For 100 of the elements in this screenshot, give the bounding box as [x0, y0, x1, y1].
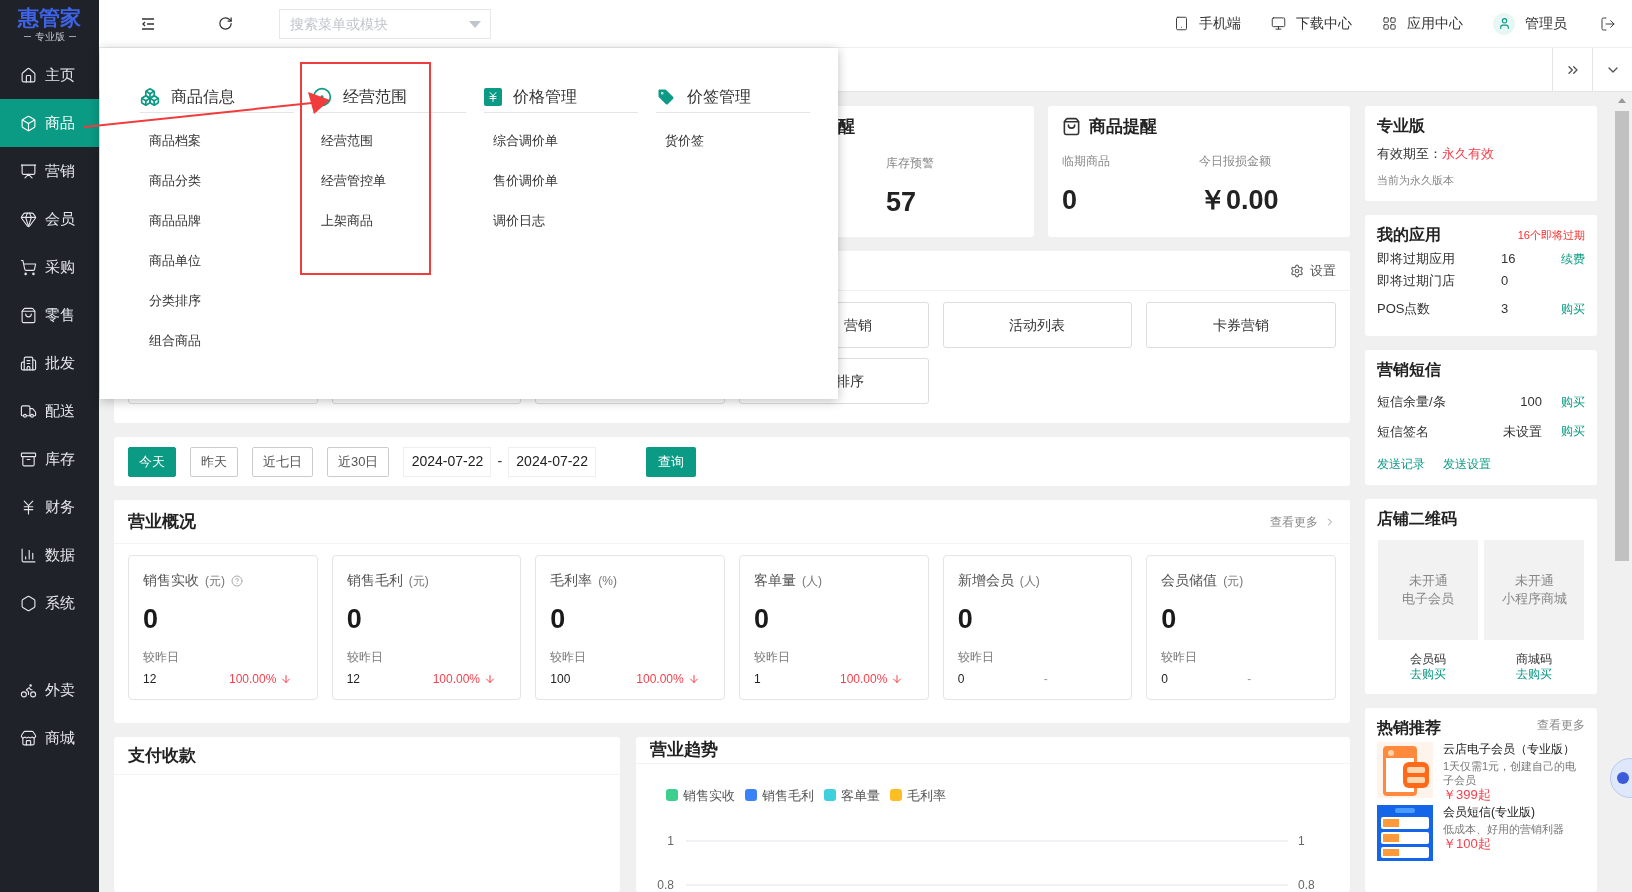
logout-icon[interactable]	[1600, 15, 1616, 32]
qr-status-text: 未开通 小程序商城	[1501, 572, 1567, 608]
header-link[interactable]: 下载中心	[1271, 13, 1352, 34]
stat-unit: (元)	[205, 572, 225, 590]
collapse-menu-icon[interactable]	[141, 17, 155, 30]
sidebar-item[interactable]: 系统	[0, 579, 99, 627]
row-action-link[interactable]: 购买	[1561, 392, 1585, 411]
stat-value: 0	[550, 603, 567, 636]
panel-title: 营业趋势	[650, 739, 718, 761]
buy-link[interactable]: 去购买	[1516, 667, 1552, 682]
qr-caption: 商城码	[1516, 652, 1552, 667]
view-more-link[interactable]: 查看更多	[1270, 512, 1318, 531]
stat-value: 0	[1161, 603, 1178, 636]
menu-item[interactable]: 商品分类	[149, 168, 312, 193]
sidebar-item[interactable]: 采购	[0, 243, 99, 291]
sms-link[interactable]: 发送记录	[1377, 455, 1425, 473]
row-value: 0	[1501, 271, 1510, 290]
settings-icon[interactable]	[1290, 263, 1304, 278]
sidebar-item[interactable]: 零售	[0, 291, 99, 339]
stat-unit: (元)	[1223, 572, 1244, 590]
sms-link[interactable]: 发送设置	[1443, 455, 1491, 473]
date-preset-button[interactable]: 近30日	[327, 446, 390, 477]
sidebar-item[interactable]: 批发	[0, 339, 99, 387]
product-item[interactable]: 云店电子会员（专业版） 1天仅需1元，创建自己的电子会员 ￥399起	[1377, 742, 1585, 803]
menu-group-title: 价签管理	[687, 87, 751, 107]
y-tick-label: 0.8	[657, 878, 674, 892]
sidebar-item[interactable]: 商品	[0, 99, 99, 147]
end-date-field[interactable]: 2024-07-22	[508, 446, 597, 477]
sidebar-item[interactable]: 主页	[0, 51, 99, 99]
menu-item[interactable]: 调价日志	[493, 208, 656, 233]
yen-icon	[484, 88, 502, 106]
row-label: 短信签名	[1377, 422, 1430, 441]
stat-label: 临期商品	[1062, 152, 1111, 170]
bag-icon	[1062, 117, 1081, 137]
product-name: 会员短信(专业版)	[1443, 805, 1536, 820]
product-item[interactable]: 会员短信(专业版) 低成本、好用的营销利器 ￥100起	[1377, 805, 1585, 861]
previous-value: 12	[143, 670, 158, 688]
scrollbar-thumb[interactable]	[1615, 111, 1629, 561]
shortcut-button[interactable]: 活动列表	[942, 302, 1133, 348]
sidebar-item[interactable]: 营销	[0, 147, 99, 195]
menu-item[interactable]: 综合调价单	[493, 128, 656, 153]
circle-dot-icon	[312, 87, 332, 107]
cart-icon	[20, 258, 37, 276]
sidebar-item[interactable]: 财务	[0, 483, 99, 531]
help-icon[interactable]	[231, 574, 243, 587]
scroll-up-arrow-icon[interactable]	[1618, 98, 1626, 103]
date-preset-button[interactable]: 今天	[128, 446, 176, 477]
date-preset-button[interactable]: 昨天	[190, 446, 238, 477]
header-link[interactable]: 应用中心	[1382, 13, 1463, 34]
stat-value: 0	[1062, 183, 1079, 217]
view-more-link[interactable]: 查看更多	[1537, 716, 1585, 734]
row-label: 即将过期应用	[1377, 250, 1456, 268]
sidebar-item[interactable]: 会员	[0, 195, 99, 243]
menu-item[interactable]: 售价调价单	[493, 168, 656, 193]
sidebar-item[interactable]: 配送	[0, 387, 99, 435]
menu-item[interactable]: 货价签	[665, 128, 828, 153]
user-icon	[1497, 17, 1511, 30]
change-value: 100.00%	[432, 670, 481, 688]
stat-unit: (元)	[408, 572, 429, 590]
start-date-field[interactable]: 2024-07-22	[403, 446, 492, 477]
grid-icon	[1382, 16, 1397, 31]
date-preset-button[interactable]: 近七日	[252, 446, 313, 477]
refresh-icon[interactable]	[218, 16, 233, 31]
row-action-link[interactable]: 续费	[1561, 249, 1585, 268]
y-tick-label: 1	[667, 834, 674, 848]
row-action-link[interactable]: 购买	[1561, 422, 1585, 441]
card-title: 店铺二维码	[1377, 509, 1458, 529]
product-price: ￥399起	[1443, 787, 1492, 803]
menu-group-title: 商品信息	[171, 87, 235, 107]
header-link[interactable]: 手机端	[1174, 13, 1241, 34]
menu-item[interactable]: 上架商品	[321, 208, 484, 233]
menu-item[interactable]: 分类排序	[149, 288, 312, 313]
menu-item[interactable]: 商品单位	[149, 248, 312, 273]
menu-item[interactable]: 组合商品	[149, 328, 312, 353]
menu-group-title: 经营范围	[343, 87, 407, 107]
sidebar-item[interactable]: 数据	[0, 531, 99, 579]
stat-unit: (%)	[598, 572, 617, 590]
product-price: ￥100起	[1443, 836, 1492, 852]
expiry-value: 永久有效	[1442, 145, 1494, 163]
sidebar-item[interactable]: 库存	[0, 435, 99, 483]
menu-item[interactable]: 商品档案	[149, 128, 312, 153]
menu-item[interactable]: 经营管控单	[321, 168, 484, 193]
buy-link[interactable]: 去购买	[1410, 667, 1446, 682]
y-tick-label: 0.8	[1298, 878, 1315, 892]
row-action-link[interactable]: 购买	[1561, 299, 1585, 318]
query-button[interactable]: 查询	[646, 446, 697, 477]
user-name[interactable]: 管理员	[1525, 13, 1567, 34]
settings-link[interactable]: 设置	[1310, 260, 1336, 281]
brand-logo: 惠管家	[18, 7, 81, 29]
menu-item[interactable]: 商品品牌	[149, 208, 312, 233]
sidebar-item[interactable]: 商城	[0, 714, 99, 762]
row-label: 即将过期门店	[1377, 271, 1456, 290]
qr-status-text: 未开通 电子会员	[1402, 572, 1454, 608]
menu-item[interactable]: 经营范围	[321, 128, 484, 153]
sidebar-item[interactable]: 外卖	[0, 666, 99, 714]
user-avatar[interactable]	[1493, 12, 1515, 35]
compare-label: 较昨日	[1161, 648, 1199, 666]
stat-label: 客单量	[754, 571, 796, 590]
shortcut-button[interactable]: 卡券营销	[1146, 302, 1336, 348]
search-field[interactable]: 搜索菜单或模块	[279, 8, 491, 39]
